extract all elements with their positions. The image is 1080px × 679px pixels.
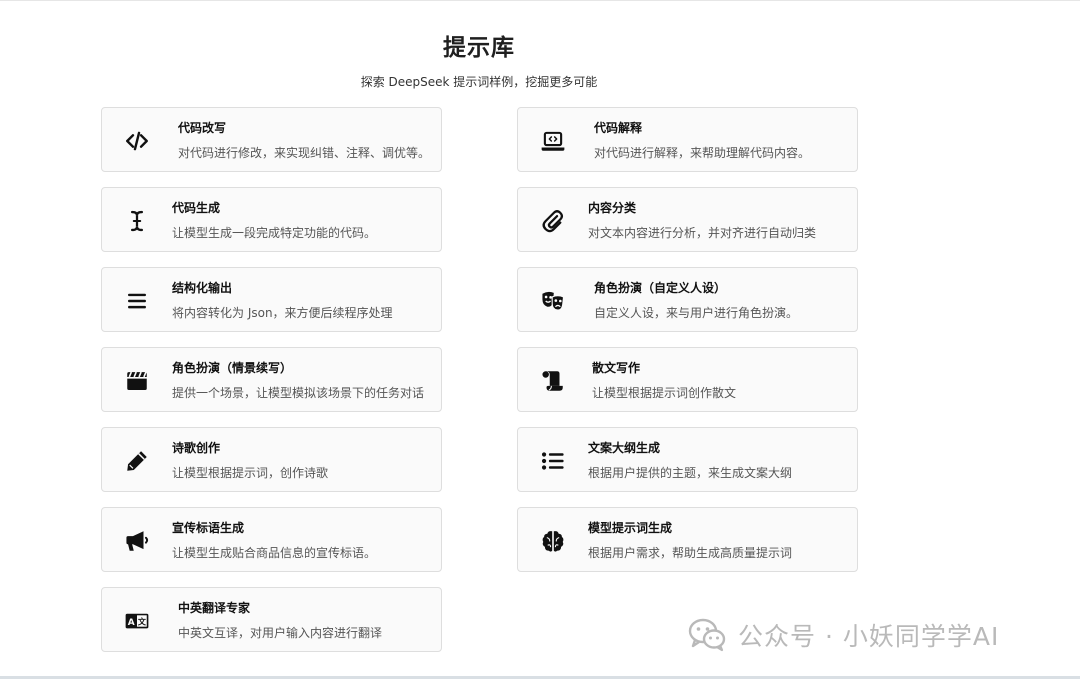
card-description: 让模型生成贴合商品信息的宣传标语。 [172,546,377,560]
card-description: 将内容转化为 Json，来方便后续程序处理 [172,306,393,320]
list-icon [538,446,568,476]
prompt-card-code-rewrite[interactable]: 代码改写 对代码进行修改，来实现纠错、注释、调优等。 [101,107,442,172]
top-divider [0,0,1080,1]
svg-text:文: 文 [138,617,147,627]
card-description: 让模型根据提示词创作散文 [592,386,737,400]
card-description: 中英文互译，对用户输入内容进行翻译 [178,626,383,640]
language-icon: A文 [122,606,152,636]
prompt-card-roleplay-scenario[interactable]: 角色扮演（情景续写） 提供一个场景，让模型模拟该场景下的任务对话 [101,347,442,412]
prompt-card-translation[interactable]: A文 中英翻译专家 中英文互译，对用户输入内容进行翻译 [101,587,442,652]
card-title: 中英翻译专家 [178,601,251,615]
paperclip-icon [538,206,568,236]
clapperboard-icon [122,366,152,396]
card-title: 角色扮演（情景续写） [172,361,293,375]
megaphone-icon [122,526,152,556]
svg-text:A: A [128,618,135,628]
card-title: 结构化输出 [172,281,233,295]
watermark: 公众号 · 小妖同学学AI [688,617,999,653]
prompt-card-prose-writing[interactable]: 散文写作 让模型根据提示词创作散文 [517,347,858,412]
card-title: 角色扮演（自定义人设） [594,281,727,295]
card-description: 让模型生成一段完成特定功能的代码。 [172,226,377,240]
card-title: 宣传标语生成 [172,521,245,535]
brain-icon [538,526,568,556]
text-cursor-icon [122,206,152,236]
card-description: 对代码进行解释，来帮助理解代码内容。 [594,146,811,160]
card-description: 让模型根据提示词，创作诗歌 [172,466,329,480]
theater-masks-icon [538,286,568,316]
prompt-card-structured-output[interactable]: 结构化输出 将内容转化为 Json，来方便后续程序处理 [101,267,442,332]
prompt-card-code-explain[interactable]: 代码解释 对代码进行解释，来帮助理解代码内容。 [517,107,858,172]
prompt-card-slogan[interactable]: 宣传标语生成 让模型生成贴合商品信息的宣传标语。 [101,507,442,572]
card-description: 对代码进行修改，来实现纠错、注释、调优等。 [178,146,431,160]
card-title: 代码生成 [172,201,221,215]
laptop-code-icon [538,126,568,156]
card-description: 提供一个场景，让模型模拟该场景下的任务对话 [172,386,425,400]
card-description: 对文本内容进行分析，并对齐进行自动归类 [588,226,817,240]
prompt-card-prompt-generator[interactable]: 模型提示词生成 根据用户需求，帮助生成高质量提示词 [517,507,858,572]
page-title: 提示库 [443,35,515,61]
card-title: 代码解释 [594,121,643,135]
prompt-card-code-generate[interactable]: 代码生成 让模型生成一段完成特定功能的代码。 [101,187,442,252]
page-subtitle: 探索 DeepSeek 提示词样例，挖掘更多可能 [360,75,598,89]
prompt-card-copy-outline[interactable]: 文案大纲生成 根据用户提供的主题，来生成文案大纲 [517,427,858,492]
card-title: 模型提示词生成 [588,521,673,535]
card-description: 根据用户需求，帮助生成高质量提示词 [588,546,793,560]
card-title: 内容分类 [588,201,637,215]
card-title: 诗歌创作 [172,441,221,455]
card-title: 散文写作 [592,361,641,375]
wechat-icon [688,618,726,652]
prompt-card-content-classify[interactable]: 内容分类 对文本内容进行分析，并对齐进行自动归类 [517,187,858,252]
scroll-icon [538,366,568,396]
card-title: 代码改写 [178,121,227,135]
bars-icon [122,286,152,316]
card-title: 文案大纲生成 [588,441,661,455]
prompt-card-roleplay-persona[interactable]: 角色扮演（自定义人设） 自定义人设，来与用户进行角色扮演。 [517,267,858,332]
card-description: 根据用户提供的主题，来生成文案大纲 [588,466,793,480]
pen-icon [122,446,152,476]
code-icon [122,126,152,156]
prompt-card-poetry[interactable]: 诗歌创作 让模型根据提示词，创作诗歌 [101,427,442,492]
card-description: 自定义人设，来与用户进行角色扮演。 [594,306,799,320]
watermark-text: 公众号 · 小妖同学学AI [738,622,1000,651]
